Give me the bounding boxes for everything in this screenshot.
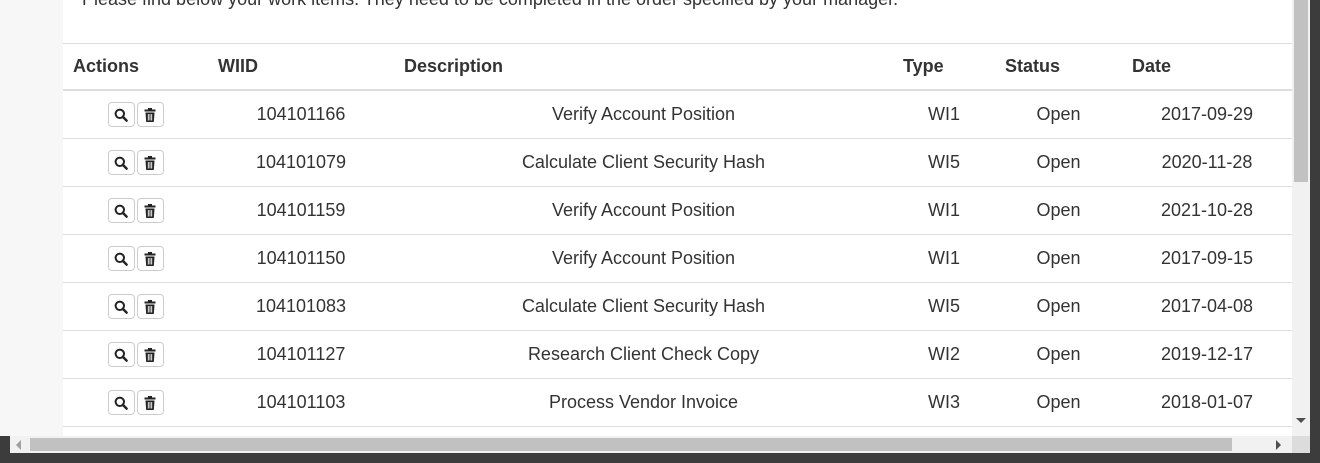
trash-icon: [144, 347, 156, 362]
cell-status: Open: [995, 330, 1122, 379]
cell-type: WI5: [893, 282, 995, 331]
horizontal-scrollbar[interactable]: [10, 436, 1292, 453]
trash-icon: [144, 395, 156, 410]
cell-wiid: 104101166: [208, 90, 394, 139]
table-row: 104101150 Verify Account Position WI1 Open 2…: [63, 234, 1292, 283]
trash-icon: [144, 107, 156, 122]
cell-date: 2019-12-17: [1122, 330, 1292, 379]
work-items-panel: Please find below your work items. They …: [63, 0, 1292, 436]
search-icon: [114, 396, 128, 410]
view-button[interactable]: [107, 102, 135, 127]
view-button[interactable]: [107, 246, 135, 271]
cell-wiid: 104101083: [208, 282, 394, 331]
scroll-left-arrow-icon[interactable]: [16, 440, 21, 450]
cell-status: Open: [995, 138, 1122, 187]
view-button[interactable]: [107, 150, 135, 175]
cell-type: WI5: [893, 138, 995, 187]
row-actions: [63, 378, 208, 427]
row-actions: [63, 138, 208, 187]
cell-type: WI1: [893, 90, 995, 139]
search-icon: [114, 252, 128, 266]
window-edge: [0, 453, 1320, 463]
vertical-scrollbar[interactable]: [1292, 0, 1310, 436]
delete-button[interactable]: [136, 390, 164, 415]
table-row: 104101159 Verify Account Position WI1 Open 2…: [63, 186, 1292, 235]
vertical-scrollbar-thumb[interactable]: [1294, 0, 1308, 182]
scrollbar-corner: [1292, 436, 1310, 453]
horizontal-scrollbar-thumb[interactable]: [30, 438, 1232, 451]
cell-date: 2020-11-28: [1122, 138, 1292, 187]
trash-icon: [144, 251, 156, 266]
cell-description: Verify Account Position: [394, 90, 893, 139]
window-edge: [1310, 0, 1320, 463]
cell-type: WI2: [893, 330, 995, 379]
row-actions: [63, 234, 208, 283]
trash-icon: [144, 203, 156, 218]
scroll-right-arrow-icon[interactable]: [1276, 440, 1281, 450]
table-row: 104101083 Calculate Client Security Hash W…: [63, 282, 1292, 331]
header-wiid[interactable]: WIID: [208, 44, 394, 91]
cell-wiid: 104101079: [208, 138, 394, 187]
cell-wiid: 104101159: [208, 186, 394, 235]
row-actions: [63, 282, 208, 331]
row-actions: [63, 186, 208, 235]
delete-button[interactable]: [136, 246, 164, 271]
delete-button[interactable]: [136, 150, 164, 175]
cell-date: 2017-04-08: [1122, 282, 1292, 331]
table-row: 104101103 Process Vendor Invoice WI3 Open 20…: [63, 378, 1292, 427]
cell-description: Calculate Client Security Hash: [394, 138, 893, 187]
search-icon: [114, 156, 128, 170]
cell-description: Calculate Client Security Hash: [394, 282, 893, 331]
trash-icon: [144, 299, 156, 314]
left-margin: [0, 0, 64, 436]
cell-status: Open: [995, 90, 1122, 139]
delete-button[interactable]: [136, 198, 164, 223]
window-edge: [0, 436, 10, 453]
search-icon: [114, 348, 128, 362]
cell-type: WI1: [893, 186, 995, 235]
cell-status: Open: [995, 378, 1122, 427]
view-button[interactable]: [107, 390, 135, 415]
header-description[interactable]: Description: [394, 44, 893, 91]
delete-button[interactable]: [136, 294, 164, 319]
cell-type: WI3: [893, 378, 995, 427]
trash-icon: [144, 155, 156, 170]
header-date[interactable]: Date: [1122, 44, 1292, 91]
cell-date: 2017-09-29: [1122, 90, 1292, 139]
cell-date: 2017-09-15: [1122, 234, 1292, 283]
cell-wiid: 104101150: [208, 234, 394, 283]
search-icon: [114, 108, 128, 122]
row-actions: [63, 330, 208, 379]
row-actions: [63, 90, 208, 139]
cell-wiid: 104101127: [208, 330, 394, 379]
cell-description: Research Client Check Copy: [394, 330, 893, 379]
table-header-row: Actions WIID Description Type Status Dat…: [63, 44, 1292, 91]
cell-date: 2018-01-07: [1122, 378, 1292, 427]
cell-date: 2021-10-28: [1122, 186, 1292, 235]
cell-status: Open: [995, 234, 1122, 283]
cell-description: Process Vendor Invoice: [394, 378, 893, 427]
delete-button[interactable]: [136, 102, 164, 127]
view-button[interactable]: [107, 294, 135, 319]
cell-description: Verify Account Position: [394, 234, 893, 283]
view-button[interactable]: [107, 198, 135, 223]
search-icon: [114, 300, 128, 314]
header-actions: Actions: [63, 44, 208, 91]
work-items-table: Actions WIID Description Type Status Dat…: [63, 44, 1292, 427]
cell-status: Open: [995, 282, 1122, 331]
header-type[interactable]: Type: [893, 44, 995, 91]
scroll-down-arrow-icon[interactable]: [1296, 418, 1306, 423]
header-status[interactable]: Status: [995, 44, 1122, 91]
cell-description: Verify Account Position: [394, 186, 893, 235]
table-row: 104101166 Verify Account Position WI1 Open 2…: [63, 90, 1292, 139]
cell-type: WI1: [893, 234, 995, 283]
cell-status: Open: [995, 186, 1122, 235]
cell-wiid: 104101103: [208, 378, 394, 427]
table-row: 104101127 Research Client Check Copy WI2 Op…: [63, 330, 1292, 379]
search-icon: [114, 204, 128, 218]
intro-text: Please find below your work items. They …: [82, 0, 898, 10]
delete-button[interactable]: [136, 342, 164, 367]
table-row: 104101079 Calculate Client Security Hash W…: [63, 138, 1292, 187]
view-button[interactable]: [107, 342, 135, 367]
